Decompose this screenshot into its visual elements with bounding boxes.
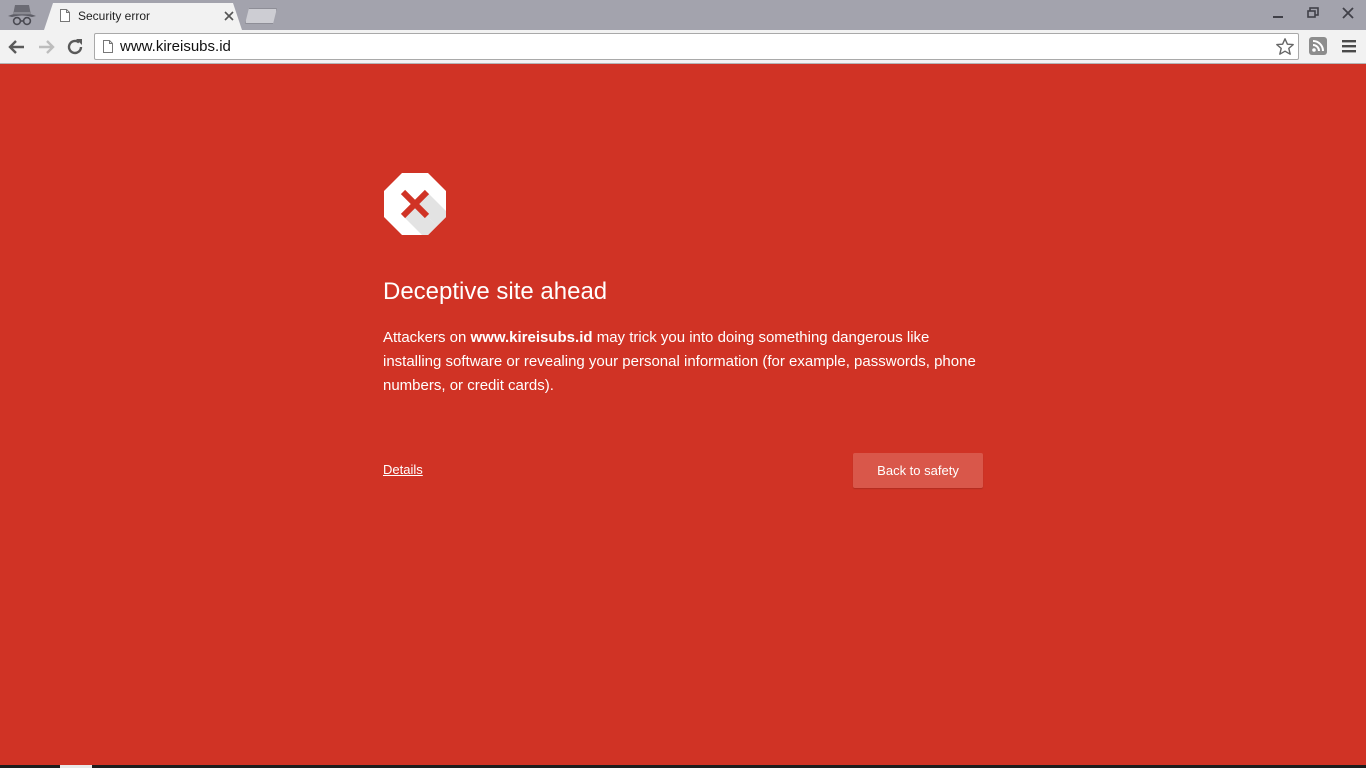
page-icon bbox=[103, 40, 113, 53]
warning-description: Attackers on www.kireisubs.id may trick … bbox=[383, 326, 983, 398]
incognito-icon bbox=[4, 2, 40, 28]
restore-icon[interactable] bbox=[1305, 5, 1321, 21]
address-bar[interactable]: www.kireisubs.id bbox=[94, 33, 1299, 60]
minimize-icon[interactable] bbox=[1270, 5, 1286, 21]
tab-security-error[interactable]: Security error bbox=[44, 3, 242, 30]
site-domain: www.kireisubs.id bbox=[470, 329, 593, 346]
details-link[interactable]: Details bbox=[383, 462, 423, 477]
rss-icon[interactable] bbox=[1308, 36, 1328, 56]
description-prefix: Attackers on bbox=[383, 329, 471, 346]
interstitial-actions: Details Back to safety bbox=[383, 453, 983, 488]
close-icon[interactable] bbox=[222, 9, 236, 23]
browser-toolbar: www.kireisubs.id bbox=[0, 30, 1366, 64]
arrow-right-icon[interactable] bbox=[35, 36, 57, 58]
page-title: Deceptive site ahead bbox=[383, 278, 608, 305]
star-icon[interactable] bbox=[1275, 37, 1295, 57]
page-icon bbox=[60, 9, 70, 22]
close-window-icon[interactable] bbox=[1340, 5, 1356, 21]
tab-strip: Security error bbox=[0, 0, 1366, 30]
safe-browsing-interstitial: Deceptive site ahead Attackers on www.ki… bbox=[383, 172, 983, 488]
hamburger-menu-icon[interactable] bbox=[1340, 37, 1358, 55]
arrow-left-icon[interactable] bbox=[6, 36, 28, 58]
tab-title: Security error bbox=[78, 9, 151, 23]
address-url[interactable]: www.kireisubs.id bbox=[120, 38, 231, 55]
reload-icon[interactable] bbox=[64, 36, 86, 58]
stop-sign-x-icon bbox=[383, 172, 447, 236]
new-tab-button[interactable] bbox=[245, 8, 277, 24]
back-to-safety-button[interactable]: Back to safety bbox=[853, 453, 983, 488]
